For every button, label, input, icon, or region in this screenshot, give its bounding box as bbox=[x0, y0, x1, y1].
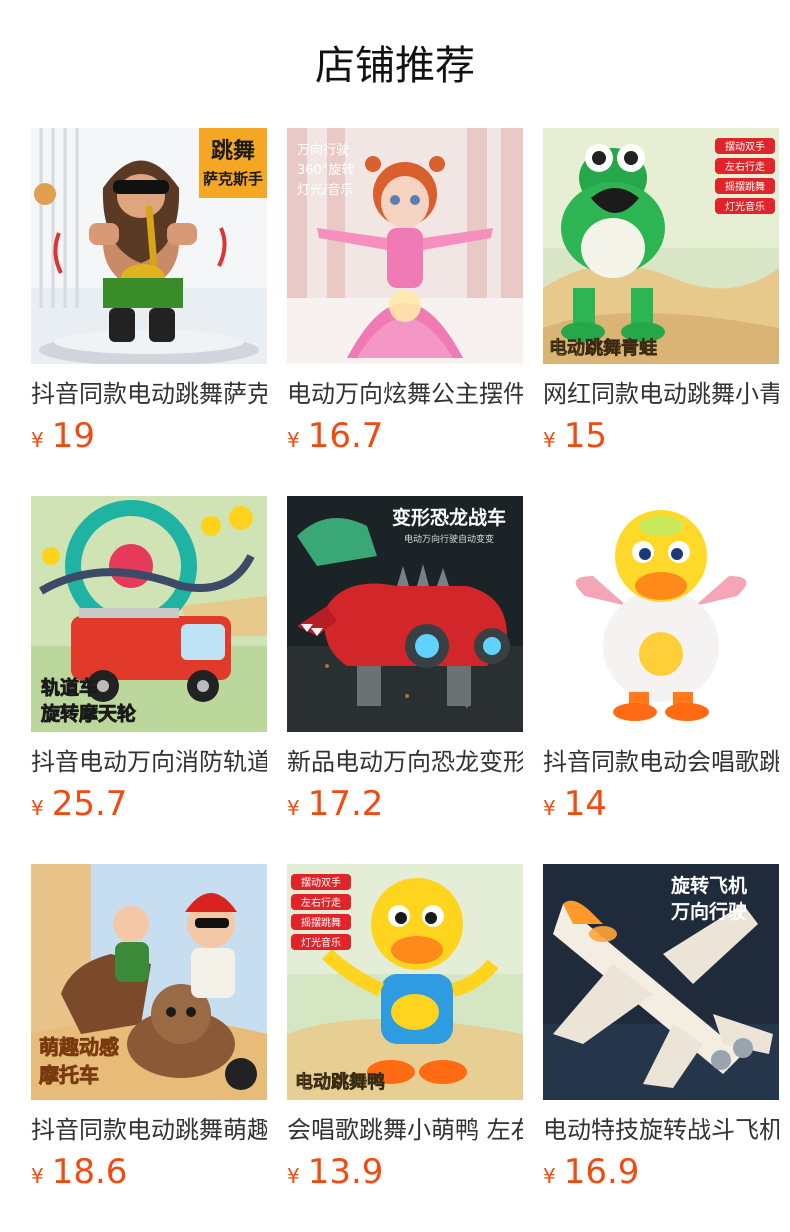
product-image[interactable]: 萌趣动感 摩托车 bbox=[31, 864, 267, 1100]
currency-symbol: ¥ bbox=[31, 796, 44, 820]
price-value: 25.7 bbox=[51, 784, 128, 824]
fighter-jet-image: 旋转飞机 万向行驶 bbox=[543, 864, 779, 1100]
singing-duck-image bbox=[543, 496, 779, 732]
image-label: 360°旋转 bbox=[297, 163, 354, 178]
image-label: 电动跳舞鸭 bbox=[295, 1071, 385, 1093]
product-grid: 跳舞 萨克斯手 抖音同款电动跳舞萨克斯手 ¥19 bbox=[31, 128, 790, 1232]
product-price: ¥19 bbox=[31, 416, 267, 456]
recommend-page: 店铺推荐 跳舞 萨克斯手 抖音同款电动跳舞萨克 ¥ 19 万向行驶 360°旋转… bbox=[0, 0, 790, 1232]
product-card[interactable]: 摆动双手 左右行走 摇摆跳舞 灯光音乐 电动跳舞青蛙 网红同款电动跳舞小青蛙 ¥… bbox=[543, 128, 779, 496]
image-label: 左右行走 bbox=[725, 160, 765, 173]
image-label: 摇摆跳舞 bbox=[725, 180, 765, 193]
image-label: 灯光音乐 bbox=[301, 936, 341, 949]
product-image[interactable]: 万向行驶 360°旋转 灯光/音乐 bbox=[287, 128, 523, 364]
image-label: 灯光/音乐 bbox=[297, 182, 353, 198]
product-image[interactable]: 跳舞 萨克斯手 bbox=[31, 128, 267, 364]
product-image[interactable]: 摆动双手 左右行走 摇摆跳舞 灯光音乐 电动跳舞青蛙 bbox=[543, 128, 779, 364]
product-title[interactable]: 抖音同款电动跳舞萌趣摩托车 bbox=[31, 1114, 267, 1146]
product-title[interactable]: 会唱歌跳舞小萌鸭 左右行走 bbox=[287, 1114, 523, 1146]
product-title[interactable]: 电动万向炫舞公主摆件 bbox=[287, 378, 523, 410]
dinosaur-car-image: 变形恐龙战车 电动万向行驶自动变变 bbox=[287, 496, 523, 732]
dancing-duck-image: 摆动双手 左右行走 摇摆跳舞 灯光音乐 电动跳舞鸭 bbox=[287, 864, 523, 1100]
product-image[interactable]: 摆动双手 左右行走 摇摆跳舞 灯光音乐 电动跳舞鸭 bbox=[287, 864, 523, 1100]
fire-truck-track-image: 轨道车 旋转摩天轮 bbox=[31, 496, 267, 732]
currency-symbol: ¥ bbox=[287, 428, 300, 452]
image-label: 变形恐龙战车 bbox=[392, 506, 506, 529]
currency-symbol: ¥ bbox=[543, 428, 556, 452]
product-title[interactable]: 新品电动万向恐龙变形战车 bbox=[287, 746, 523, 778]
product-image[interactable] bbox=[543, 496, 779, 732]
product-card[interactable]: 抖音同款电动会唱歌跳舞鸭 ¥14 bbox=[543, 496, 779, 864]
price-value: 16.9 bbox=[563, 1152, 640, 1192]
currency-symbol: ¥ bbox=[543, 796, 556, 820]
product-image[interactable]: 旋转飞机 万向行驶 bbox=[543, 864, 779, 1100]
product-card[interactable]: 万向行驶 360°旋转 灯光/音乐 电动万向炫舞公主摆件 ¥16.7 bbox=[287, 128, 523, 496]
image-label: 万向行驶 bbox=[297, 142, 349, 158]
image-label: 电动跳舞青蛙 bbox=[549, 337, 657, 359]
currency-symbol: ¥ bbox=[287, 1164, 300, 1188]
image-label: 电动万向行驶自动变变 bbox=[404, 533, 494, 545]
image-label: 跳舞 bbox=[211, 138, 255, 164]
price-value: 16.7 bbox=[307, 416, 384, 456]
image-label: 轨道车 bbox=[41, 676, 98, 699]
price-value: 13.9 bbox=[307, 1152, 384, 1192]
princess-doll-image: 万向行驶 360°旋转 灯光/音乐 bbox=[287, 128, 523, 364]
section-title: 店铺推荐 bbox=[315, 43, 475, 89]
price-value: 15 bbox=[563, 416, 607, 456]
price-value: 18.6 bbox=[51, 1152, 128, 1192]
price-value: 19 bbox=[51, 416, 95, 456]
motorbike-toy-image: 萌趣动感 摩托车 bbox=[31, 864, 267, 1100]
product-title[interactable]: 网红同款电动跳舞小青蛙 bbox=[543, 378, 779, 410]
product-card[interactable]: 变形恐龙战车 电动万向行驶自动变变 新品电动万向恐龙变形战车 ¥17.2 bbox=[287, 496, 523, 864]
price-value: 17.2 bbox=[307, 784, 384, 824]
product-title[interactable]: 抖音电动万向消防轨道车 bbox=[31, 746, 267, 778]
image-label: 摆动双手 bbox=[725, 140, 765, 153]
image-label: 灯光音乐 bbox=[725, 200, 765, 213]
image-label: 旋转摩天轮 bbox=[40, 702, 136, 725]
product-card[interactable]: 旋转飞机 万向行驶 电动特技旋转战斗飞机 ¥16.9 bbox=[543, 864, 779, 1232]
product-price: ¥17.2 bbox=[287, 784, 523, 824]
product-card[interactable]: 萌趣动感 摩托车 抖音同款电动跳舞萌趣摩托车 ¥18.6 bbox=[31, 864, 267, 1232]
product-image[interactable]: 轨道车 旋转摩天轮 bbox=[31, 496, 267, 732]
product-price: ¥15 bbox=[543, 416, 779, 456]
image-label: 摆动双手 bbox=[301, 876, 341, 889]
price-value: 14 bbox=[563, 784, 607, 824]
product-title[interactable]: 抖音同款电动会唱歌跳舞鸭 bbox=[543, 746, 779, 778]
image-label: 万向行驶 bbox=[670, 900, 747, 923]
currency-symbol: ¥ bbox=[287, 796, 300, 820]
image-label: 摩托车 bbox=[39, 1063, 99, 1087]
image-label: 摇摆跳舞 bbox=[301, 916, 341, 929]
image-label: 左右行走 bbox=[301, 896, 341, 909]
image-label: 萨克斯手 bbox=[203, 170, 263, 188]
product-card[interactable]: 跳舞 萨克斯手 抖音同款电动跳舞萨克斯手 ¥19 bbox=[31, 128, 267, 496]
product-card[interactable]: 轨道车 旋转摩天轮 抖音电动万向消防轨道车 ¥25.7 bbox=[31, 496, 267, 864]
currency-symbol: ¥ bbox=[31, 428, 44, 452]
dancing-frog-image: 摆动双手 左右行走 摇摆跳舞 灯光音乐 电动跳舞青蛙 bbox=[543, 128, 779, 364]
product-price: ¥16.9 bbox=[543, 1152, 779, 1192]
product-image[interactable]: 变形恐龙战车 电动万向行驶自动变变 bbox=[287, 496, 523, 732]
product-card[interactable]: 摆动双手 左右行走 摇摆跳舞 灯光音乐 电动跳舞鸭 会唱歌跳舞小萌鸭 左右行走 … bbox=[287, 864, 523, 1232]
product-price: ¥25.7 bbox=[31, 784, 267, 824]
image-label: 旋转飞机 bbox=[670, 874, 747, 897]
currency-symbol: ¥ bbox=[31, 1164, 44, 1188]
product-price: ¥14 bbox=[543, 784, 779, 824]
product-price: ¥13.9 bbox=[287, 1152, 523, 1192]
currency-symbol: ¥ bbox=[543, 1164, 556, 1188]
product-price: ¥18.6 bbox=[31, 1152, 267, 1192]
saxophone-dancer-image: 跳舞 萨克斯手 bbox=[31, 128, 267, 364]
product-title[interactable]: 抖音同款电动跳舞萨克斯手 bbox=[31, 378, 267, 410]
product-title[interactable]: 电动特技旋转战斗飞机 bbox=[543, 1114, 779, 1146]
product-price: ¥16.7 bbox=[287, 416, 523, 456]
image-label: 萌趣动感 bbox=[39, 1035, 119, 1059]
